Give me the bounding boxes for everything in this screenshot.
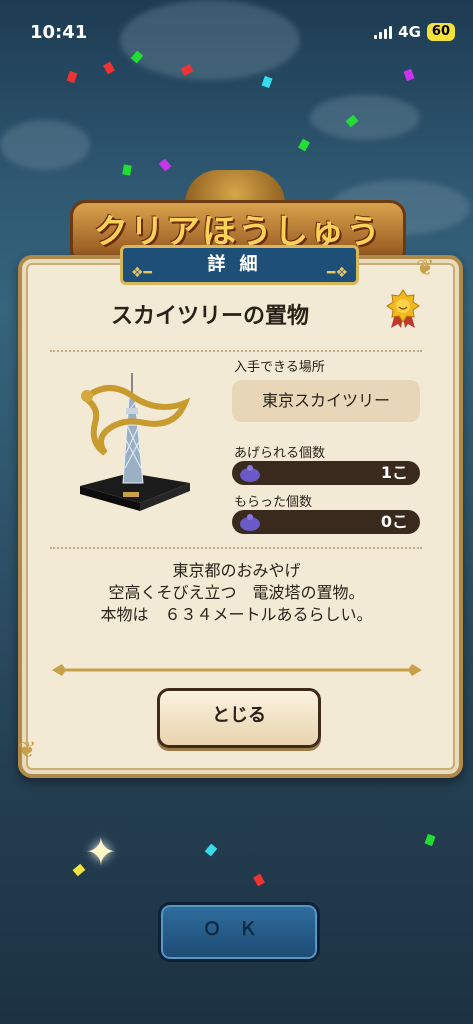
ornate-divider bbox=[52, 664, 422, 676]
ok-button[interactable]: ＯＫ bbox=[158, 902, 320, 962]
status-bar: 10:41 4G 60 bbox=[0, 0, 473, 60]
network-label: 4G bbox=[398, 23, 421, 41]
confetti bbox=[261, 75, 273, 89]
clock: 10:41 bbox=[30, 22, 88, 43]
tab-ornament-right: ━❖ bbox=[327, 265, 348, 281]
dotted-separator bbox=[50, 547, 422, 549]
bag-icon bbox=[240, 465, 260, 482]
cloud bbox=[0, 120, 90, 170]
bag-icon bbox=[240, 514, 260, 531]
corner-ornament: ❦ bbox=[18, 738, 37, 763]
received-label: もらった個数 bbox=[234, 495, 313, 510]
confetti bbox=[424, 833, 436, 847]
confetti bbox=[103, 61, 115, 75]
dotted-separator bbox=[50, 350, 422, 352]
cloud bbox=[310, 95, 420, 140]
tab-ornament-left: ❖━ bbox=[131, 265, 152, 281]
item-description: 東京都のおみやげ 空高くそびえ立つ 電波塔の置物。 本物は ６３４メートルあるら… bbox=[30, 560, 443, 626]
description-line: 空高くそびえ立つ 電波塔の置物。 bbox=[108, 583, 365, 602]
giveable-count-bar: 1こ bbox=[232, 461, 420, 485]
status-icons: 4G 60 bbox=[374, 23, 455, 41]
item-name: スカイツリーの置物 bbox=[110, 304, 309, 329]
medal-icon bbox=[386, 289, 420, 328]
confetti bbox=[298, 138, 310, 152]
location-value: 東京スカイツリー bbox=[232, 380, 420, 422]
description-line: 東京都のおみやげ bbox=[172, 561, 301, 580]
tab-title-text: 詳細 bbox=[207, 254, 272, 275]
giveable-count: 1こ bbox=[380, 463, 408, 482]
tower-ornament-image bbox=[80, 373, 191, 511]
confetti bbox=[253, 873, 265, 887]
giveable-label: あげられる個数 bbox=[234, 446, 326, 461]
location-label: 入手できる場所 bbox=[234, 360, 325, 375]
received-count-bar: 0こ bbox=[232, 510, 420, 534]
battery-icon: 60 bbox=[426, 23, 455, 41]
confetti bbox=[66, 70, 78, 84]
close-button[interactable]: とじる bbox=[157, 688, 321, 748]
dialog-tab-title: ❖━ 詳細 ━❖ bbox=[120, 245, 359, 285]
description-line: 本物は ６３４メートルあるらしい。 bbox=[100, 605, 373, 624]
confetti bbox=[72, 863, 86, 877]
confetti bbox=[204, 843, 218, 857]
confetti bbox=[403, 68, 415, 82]
received-count: 0こ bbox=[380, 512, 408, 531]
signal-icon bbox=[374, 25, 393, 39]
corner-ornament: ❦ bbox=[416, 256, 435, 281]
sparkle-icon: ✦ bbox=[85, 830, 117, 874]
